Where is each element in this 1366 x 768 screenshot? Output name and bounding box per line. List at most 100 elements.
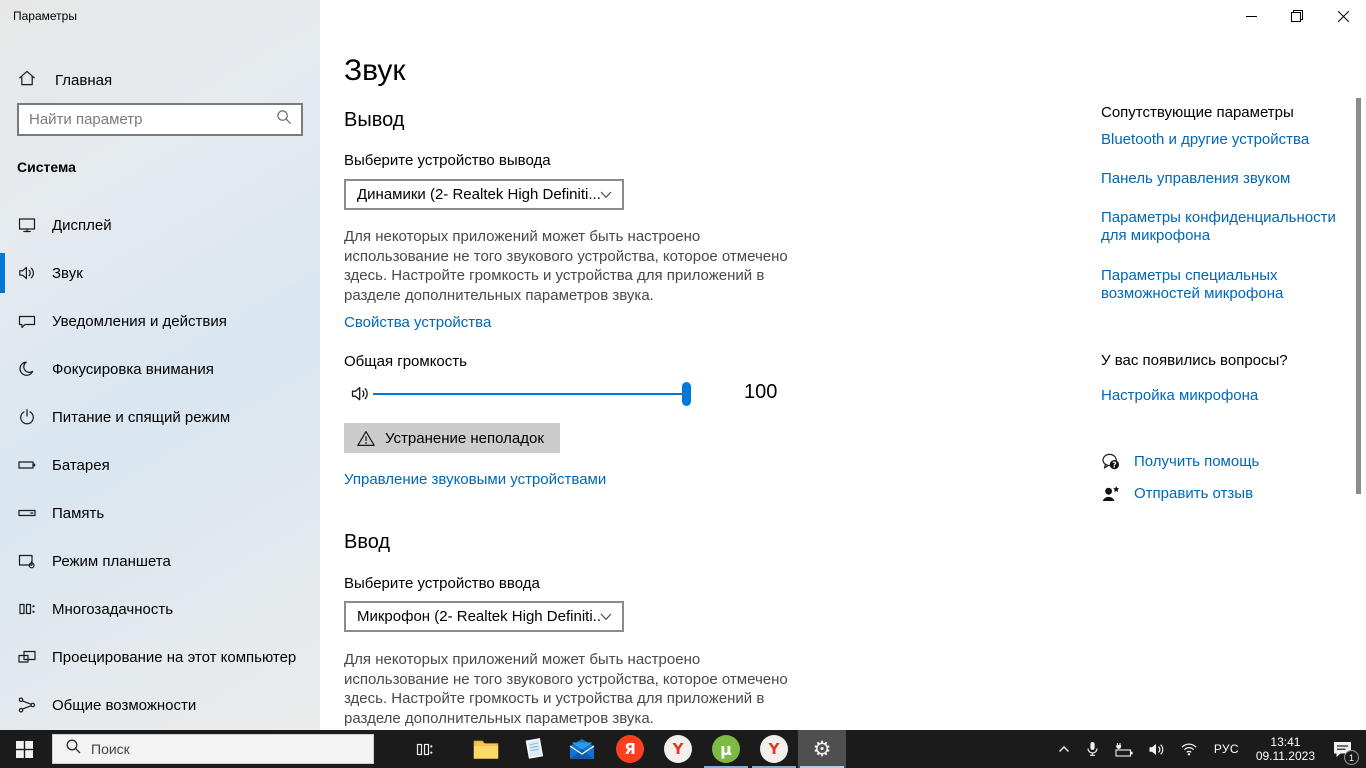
questions-heading: У вас появились вопросы? bbox=[1101, 352, 1288, 369]
sidebar-item-sound[interactable]: Звук bbox=[0, 249, 320, 297]
input-device-label: Выберите устройство ввода bbox=[344, 575, 540, 592]
search-icon bbox=[65, 738, 82, 760]
feedback-person-icon bbox=[1102, 486, 1120, 501]
get-help-link[interactable]: Получить помощь bbox=[1134, 453, 1259, 470]
sidebar-item-power[interactable]: Питание и спящий режим bbox=[0, 393, 320, 441]
svg-text:?: ? bbox=[1112, 460, 1117, 469]
taskbar-app-notepad[interactable] bbox=[510, 730, 558, 768]
sidebar-item-label: Уведомления и действия bbox=[52, 312, 227, 330]
settings-search-box bbox=[17, 103, 303, 136]
minimize-button[interactable] bbox=[1228, 0, 1274, 32]
sidebar-item-display[interactable]: Дисплей bbox=[0, 201, 320, 249]
task-view-button[interactable] bbox=[400, 730, 448, 768]
troubleshoot-button-label: Устранение неполадок bbox=[385, 429, 544, 447]
mic-setup-link[interactable]: Настройка микрофона bbox=[1101, 387, 1258, 404]
mic-privacy-link[interactable]: Параметры конфиденциальности для микрофо… bbox=[1101, 209, 1336, 245]
help-chat-icon: ? bbox=[1102, 453, 1119, 469]
taskbar-search-input[interactable] bbox=[91, 741, 373, 757]
action-center-button[interactable]: 1 bbox=[1323, 730, 1366, 768]
sidebar-item-storage[interactable]: Память bbox=[0, 489, 320, 537]
yandex-browser-icon: Y bbox=[664, 735, 692, 763]
multitasking-icon bbox=[17, 599, 37, 619]
chevron-down-icon bbox=[600, 608, 612, 626]
get-help-item[interactable]: ? Получить помощь bbox=[1101, 452, 1259, 471]
volume-slider-track[interactable] bbox=[373, 393, 691, 395]
sidebar-item-battery[interactable]: Батарея bbox=[0, 441, 320, 489]
file-explorer-icon bbox=[473, 740, 499, 759]
windows-logo-icon bbox=[15, 740, 33, 758]
start-button[interactable] bbox=[0, 730, 48, 768]
input-description: Для некоторых приложений может быть наст… bbox=[344, 651, 788, 727]
sidebar-item-tablet-mode[interactable]: Режим планшета bbox=[0, 537, 320, 585]
volume-slider-thumb[interactable] bbox=[682, 382, 691, 406]
sidebar-item-projecting[interactable]: Проецирование на этот компьютер bbox=[0, 633, 320, 681]
taskbar-app-yandex-browser[interactable]: Y bbox=[654, 730, 702, 768]
taskbar-app-settings[interactable]: ⚙ bbox=[798, 730, 846, 768]
troubleshoot-button[interactable]: Устранение неполадок bbox=[344, 423, 560, 453]
sidebar-item-multitasking[interactable]: Многозадачность bbox=[0, 585, 320, 633]
speaker-icon[interactable] bbox=[350, 383, 372, 410]
bluetooth-devices-link[interactable]: Bluetooth и другие устройства bbox=[1101, 131, 1309, 148]
device-properties-link[interactable]: Свойства устройства bbox=[344, 314, 491, 331]
tray-language-indicator[interactable]: РУС bbox=[1205, 742, 1248, 756]
volume-slider-row: 100 bbox=[344, 381, 784, 407]
output-device-label: Выберите устройство вывода bbox=[344, 152, 551, 169]
tray-wifi-icon[interactable] bbox=[1173, 730, 1205, 768]
tray-microphone-icon[interactable] bbox=[1078, 730, 1107, 768]
page-title: Звук bbox=[344, 54, 406, 87]
send-feedback-item[interactable]: Отправить отзыв bbox=[1101, 484, 1253, 503]
sidebar-item-home[interactable]: Главная bbox=[0, 60, 320, 100]
send-feedback-link[interactable]: Отправить отзыв bbox=[1134, 485, 1253, 502]
tray-clock[interactable]: 13:41 09.11.2023 bbox=[1248, 735, 1323, 763]
home-icon bbox=[17, 68, 37, 93]
settings-window: Параметры Главная Система Дисплей bbox=[0, 0, 1366, 768]
chevron-down-icon bbox=[600, 186, 612, 204]
sidebar-item-shared-experiences[interactable]: Общие возможности bbox=[0, 681, 320, 729]
sound-control-panel-link[interactable]: Панель управления звуком bbox=[1101, 170, 1290, 187]
tray-volume-icon[interactable] bbox=[1141, 730, 1173, 768]
sound-icon bbox=[17, 263, 37, 283]
sidebar-item-focus[interactable]: Фокусировка внимания bbox=[0, 345, 320, 393]
settings-gear-icon: ⚙ bbox=[812, 737, 832, 761]
mail-icon bbox=[569, 739, 595, 759]
tray-battery-charging-icon[interactable] bbox=[1107, 730, 1141, 768]
sidebar-item-label: Проецирование на этот компьютер bbox=[52, 648, 297, 666]
taskbar: Я Y µ Y ⚙ bbox=[0, 730, 1366, 768]
taskbar-app-mail[interactable] bbox=[558, 730, 606, 768]
sidebar-item-label: Батарея bbox=[52, 456, 110, 474]
tray-hidden-icons-chevron[interactable] bbox=[1050, 730, 1078, 768]
scrollbar[interactable] bbox=[1356, 98, 1361, 494]
sidebar-item-notifications[interactable]: Уведомления и действия bbox=[0, 297, 320, 345]
settings-search-input[interactable] bbox=[19, 111, 275, 128]
sidebar-item-label: Звук bbox=[52, 264, 83, 282]
taskbar-app-yandex[interactable]: Я bbox=[606, 730, 654, 768]
taskbar-app-utorrent[interactable]: µ bbox=[702, 730, 750, 768]
sidebar-item-label: Режим планшета bbox=[52, 552, 171, 570]
input-device-dropdown[interactable]: Микрофон (2- Realtek High Definiti... bbox=[344, 601, 624, 632]
input-device-value: Микрофон (2- Realtek High Definiti... bbox=[357, 608, 600, 625]
close-button[interactable] bbox=[1320, 0, 1366, 32]
window-controls bbox=[1228, 0, 1366, 32]
yandex-icon: Я bbox=[616, 735, 644, 763]
sidebar-home-label: Главная bbox=[55, 71, 113, 89]
sidebar: Параметры Главная Система Дисплей bbox=[0, 0, 320, 730]
sidebar-item-label: Память bbox=[52, 504, 105, 522]
moon-icon bbox=[17, 359, 37, 379]
sidebar-item-label: Многозадачность bbox=[52, 600, 174, 618]
shared-experiences-icon bbox=[17, 695, 37, 715]
volume-value: 100 bbox=[744, 381, 778, 403]
taskbar-app-file-explorer[interactable] bbox=[462, 730, 510, 768]
notepad-icon bbox=[525, 738, 544, 759]
sidebar-item-label: Общие возможности bbox=[52, 696, 197, 714]
restore-button[interactable] bbox=[1274, 0, 1320, 32]
system-tray: РУС 13:41 09.11.2023 1 bbox=[1050, 730, 1366, 768]
taskbar-app-yandex-browser-2[interactable]: Y bbox=[750, 730, 798, 768]
warning-icon bbox=[357, 430, 375, 446]
mic-accessibility-link[interactable]: Параметры специальных возможностей микро… bbox=[1101, 267, 1336, 303]
taskbar-search-box bbox=[52, 734, 374, 764]
output-device-dropdown[interactable]: Динамики (2- Realtek High Definiti... bbox=[344, 179, 624, 210]
search-icon[interactable] bbox=[275, 108, 293, 131]
manage-sound-devices-link[interactable]: Управление звуковыми устройствами bbox=[344, 471, 606, 488]
utorrent-icon: µ bbox=[712, 735, 740, 763]
tray-date: 09.11.2023 bbox=[1255, 749, 1315, 763]
